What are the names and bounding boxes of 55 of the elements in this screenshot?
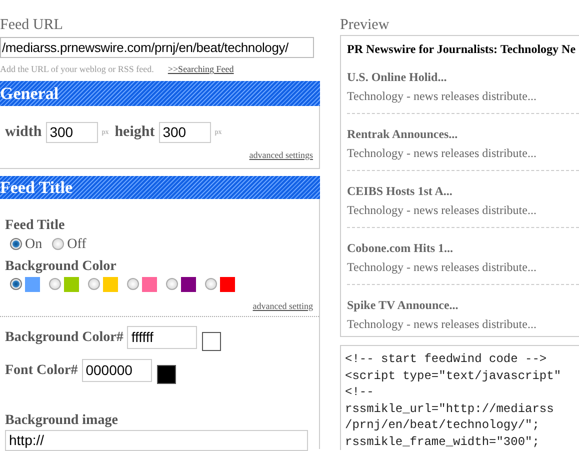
- radio-button[interactable]: [166, 278, 178, 290]
- color-swatch[interactable]: [25, 276, 40, 292]
- code-line: <script type="text/javascript": [345, 368, 562, 384]
- radio-button[interactable]: [49, 278, 61, 290]
- section-header: Feed Title: [0, 176, 320, 199]
- code-line: <!-- start feedwind code -->: [345, 351, 548, 368]
- field-label: Background Color: [5, 258, 118, 275]
- news-headline[interactable]: Rentrak Announces...: [347, 126, 579, 142]
- background-image-input[interactable]: http://: [5, 430, 308, 450]
- color-input[interactable]: 000000: [82, 358, 152, 382]
- news-description: Technology - news releases distribute...: [347, 88, 538, 104]
- advanced-setting-link[interactable]: advanced setting: [252, 300, 313, 314]
- news-description: Technology - news releases distribute...: [347, 145, 538, 161]
- code-line: <!--: [345, 384, 375, 400]
- searching-feed-link[interactable]: >>Searching Feed: [168, 63, 234, 77]
- radio-button[interactable]: [127, 278, 139, 290]
- field-label: Font Color#: [5, 362, 78, 380]
- option-label: On: [25, 236, 42, 254]
- color-swatch[interactable]: [142, 276, 157, 292]
- advanced-settings-link[interactable]: advanced settings: [249, 149, 313, 162]
- field-label: Background image: [5, 412, 119, 428]
- embed-code-box[interactable]: <!-- start feedwind code --> <script type="text/javascript" <!-- rssmikle_url="http://mediarss /prnj/en/beat/technology/"; rssmikle_frame_width="300";: [340, 345, 579, 450]
- news-headline[interactable]: U.S. Online Holid...: [347, 69, 579, 85]
- news-headline[interactable]: Spike TV Announce...: [347, 297, 579, 313]
- field-label: width: [5, 123, 42, 142]
- preview-label: Preview: [340, 16, 390, 34]
- radio-button[interactable]: [205, 278, 217, 290]
- field-label: height: [114, 123, 155, 142]
- news-description: Technology - news releases distribute...: [347, 259, 538, 275]
- section-header: General: [0, 81, 320, 106]
- option-label: Off: [67, 236, 86, 254]
- feed-title: PR Newswire for Journalists: Technology Ne: [347, 41, 577, 57]
- radio-button[interactable]: [10, 238, 22, 250]
- help-text: Add the URL of your weblog or RSS feed.: [0, 63, 154, 76]
- color-swatch[interactable]: [64, 276, 79, 292]
- radio-button[interactable]: [52, 238, 64, 250]
- color-swatch[interactable]: [103, 276, 118, 292]
- field-label: Feed URL: [0, 16, 64, 34]
- height-input[interactable]: 300: [158, 122, 211, 143]
- news-headline[interactable]: CEIBS Hosts 1st A...: [347, 183, 579, 199]
- width-input[interactable]: 300: [46, 122, 98, 143]
- field-label: Background Color#: [5, 328, 124, 346]
- radio-button[interactable]: [88, 278, 100, 290]
- color-swatch[interactable]: [181, 276, 196, 292]
- news-headline[interactable]: Cobone.com Hits 1...: [347, 240, 579, 256]
- color-swatch[interactable]: [220, 276, 235, 292]
- color-input[interactable]: ffffff: [127, 326, 198, 348]
- code-line: /prnj/en/beat/technology/";: [345, 417, 540, 434]
- news-description: Technology - news releases distribute...: [347, 316, 538, 332]
- code-line: rssmikle_frame_width="300";: [345, 434, 540, 450]
- radio-button[interactable]: [10, 278, 22, 290]
- news-description: Technology - news releases distribute...: [347, 202, 538, 218]
- field-label: Feed Title: [5, 217, 66, 235]
- url-input[interactable]: /mediarss.prnewswire.com/prnj/en/beat/technology/: [0, 37, 314, 58]
- code-line: rssmikle_url="http://mediarss: [345, 400, 555, 417]
